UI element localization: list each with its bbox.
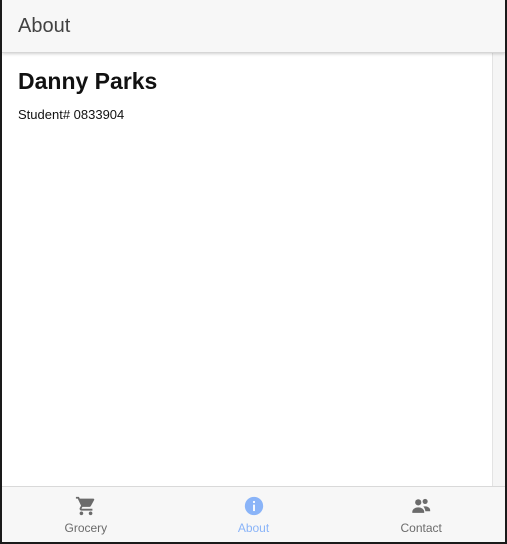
tab-grocery[interactable]: Grocery (2, 487, 170, 544)
page-title: About (18, 14, 71, 37)
tab-contact-label: Contact (400, 521, 442, 535)
tab-grocery-label: Grocery (64, 521, 108, 535)
app-window: About Danny Parks Student# 0833904 Groce… (0, 0, 507, 544)
tab-contact[interactable]: Contact (337, 487, 505, 544)
contacts-icon (412, 498, 431, 513)
info-icon (244, 496, 263, 516)
tab-about-label: About (237, 521, 270, 535)
profile-name: Danny Parks (18, 68, 158, 94)
student-number: Student# 0833904 (18, 107, 125, 122)
cart-icon (75, 496, 95, 516)
about-content: Danny Parks Student# 0833904 (2, 53, 505, 486)
bottom-tab-bar: Grocery About Contact (2, 486, 505, 544)
app-header: About (2, 0, 505, 53)
scrollbar[interactable] (492, 53, 505, 486)
tab-about[interactable]: About (170, 487, 338, 544)
